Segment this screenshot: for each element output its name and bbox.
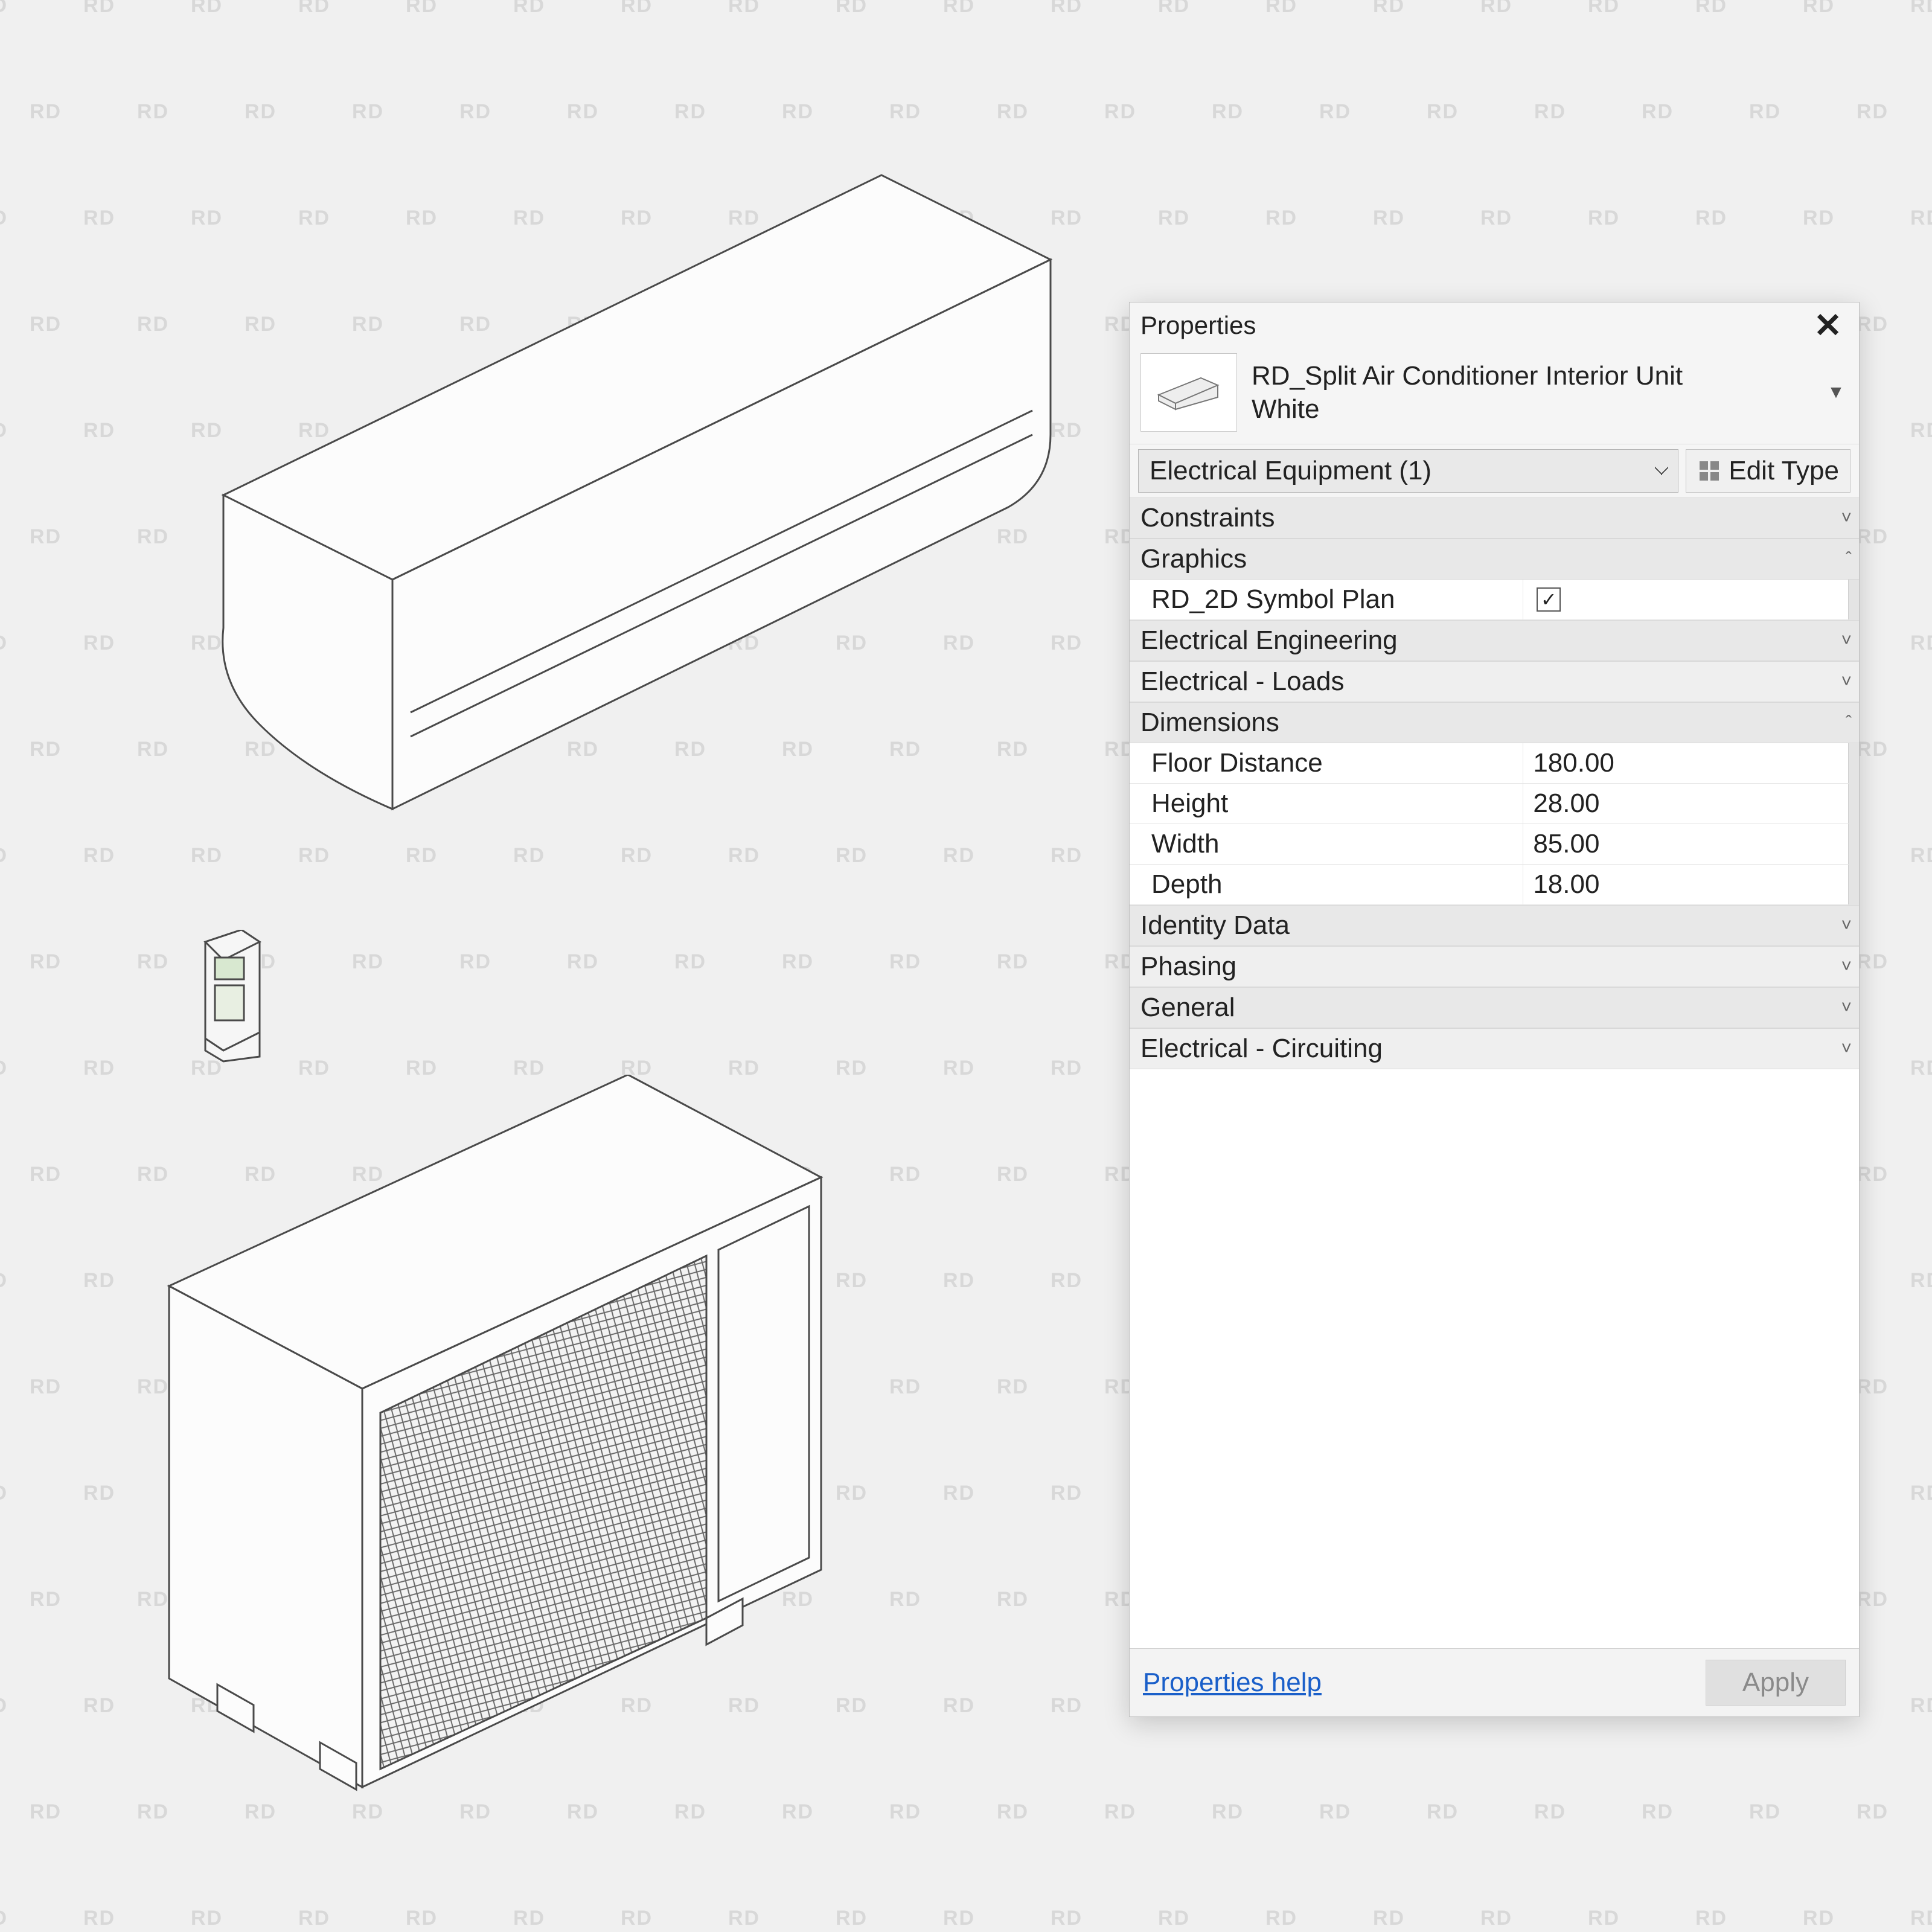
type-dropdown-icon[interactable]: ▼ [1824,382,1848,403]
prop-value[interactable]: ✓ [1523,580,1848,619]
type-name: RD_Split Air Conditioner Interior Unit W… [1252,359,1809,426]
outdoor-unit-drawing [127,1075,851,1829]
group-constraints[interactable]: Constraints ˅ [1130,497,1859,539]
chevron-collapse-icon: ˆ [1846,712,1848,733]
prop-row-2d-symbol-plan[interactable]: RD_2D Symbol Plan ✓ [1130,580,1859,620]
group-identity-data[interactable]: Identity Data ˅ [1130,905,1859,946]
category-select[interactable]: Electrical Equipment (1) [1138,449,1678,493]
prop-row-width[interactable]: Width 85.00 [1130,824,1859,865]
row-handle [1848,824,1859,864]
chevron-expand-icon: ˅ [1841,630,1848,651]
prop-label: Width [1130,824,1523,864]
prop-row-height[interactable]: Height 28.00 [1130,784,1859,824]
group-dimensions[interactable]: Dimensions ˆ [1130,702,1859,743]
row-handle [1848,784,1859,824]
prop-label: Floor Distance [1130,743,1523,783]
group-label: Electrical - Circuiting [1140,1034,1383,1064]
group-label: Constraints [1140,503,1275,533]
close-icon[interactable]: ✕ [1808,309,1848,342]
row-handle [1848,865,1859,904]
chevron-expand-icon: ˅ [1841,508,1848,528]
group-label: Electrical - Loads [1140,667,1344,697]
prop-value[interactable]: 28.00 [1523,784,1848,824]
chevron-expand-icon: ˅ [1841,915,1848,936]
chevron-expand-icon: ˅ [1841,956,1848,977]
checkbox-checked-icon[interactable]: ✓ [1537,587,1561,612]
prop-value[interactable]: 18.00 [1523,865,1848,904]
group-graphics[interactable]: Graphics ˆ [1130,539,1859,580]
edit-type-button[interactable]: Edit Type [1686,449,1850,493]
row-handle [1848,580,1859,619]
type-thumbnail [1140,353,1237,432]
prop-label: Height [1130,784,1523,824]
group-label: Identity Data [1140,910,1290,941]
chevron-expand-icon: ˅ [1841,1038,1848,1059]
chevron-collapse-icon: ˆ [1846,549,1848,569]
chevron-expand-icon: ˅ [1841,997,1848,1018]
prop-label: Depth [1130,865,1523,904]
group-electrical-engineering[interactable]: Electrical Engineering ˅ [1130,620,1859,661]
properties-panel: Properties ✕ RD_Split Air Conditioner In… [1129,302,1860,1717]
group-label: General [1140,993,1235,1023]
group-label: Dimensions [1140,708,1279,738]
apply-button[interactable]: Apply [1706,1660,1846,1706]
group-electrical-loads[interactable]: Electrical - Loads ˅ [1130,661,1859,702]
indoor-unit-drawing [151,169,1087,833]
remote-drawing [187,930,272,1063]
edit-type-icon [1697,459,1721,483]
group-label: Electrical Engineering [1140,625,1398,656]
group-label: Phasing [1140,952,1236,982]
group-label: Graphics [1140,544,1247,574]
group-electrical-circuiting[interactable]: Electrical - Circuiting ˅ [1130,1028,1859,1069]
row-handle [1848,743,1859,783]
prop-row-depth[interactable]: Depth 18.00 [1130,865,1859,905]
prop-label: RD_2D Symbol Plan [1130,580,1523,619]
group-phasing[interactable]: Phasing ˅ [1130,946,1859,987]
panel-title: Properties [1140,311,1256,340]
prop-row-floor-distance[interactable]: Floor Distance 180.00 [1130,743,1859,784]
edit-type-label: Edit Type [1729,456,1839,486]
properties-body: Constraints ˅ Graphics ˆ RD_2D Symbol Pl… [1130,497,1859,1648]
model-viewport [0,0,1087,1932]
prop-value[interactable]: 85.00 [1523,824,1848,864]
group-general[interactable]: General ˅ [1130,987,1859,1028]
prop-value[interactable]: 180.00 [1523,743,1848,783]
category-select-label: Electrical Equipment (1) [1150,456,1431,485]
type-selector-row[interactable]: RD_Split Air Conditioner Interior Unit W… [1130,347,1859,444]
chevron-expand-icon: ˅ [1841,671,1848,692]
properties-help-link[interactable]: Properties help [1143,1668,1322,1698]
